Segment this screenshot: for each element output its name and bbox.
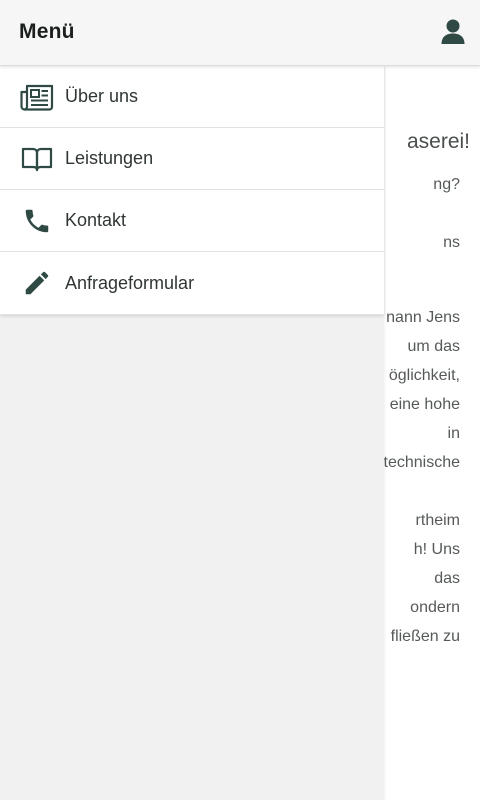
- content-text-line: ng?: [433, 176, 460, 193]
- content-text-line: h! Uns: [413, 541, 460, 558]
- page: aserei! ng? ns nann Jens um das öglichke…: [0, 0, 480, 800]
- newspaper-icon: [20, 80, 54, 114]
- content-text-line: nann Jens: [386, 309, 460, 326]
- book-icon: [20, 142, 54, 176]
- content-text-line: rtheim: [415, 512, 460, 529]
- menu-item-label: Leistungen: [65, 148, 154, 168]
- content-text-line: öglichkeit,: [388, 367, 460, 384]
- content-text-line: fließen zu: [390, 628, 460, 645]
- navigation-drawer: Über uns Leistungen Kontakt Anfrageformu…: [0, 66, 384, 800]
- menu-item-label: Kontakt: [65, 210, 127, 230]
- content-text-line: ns: [443, 234, 460, 251]
- menu-item-kontakt[interactable]: Kontakt: [0, 190, 384, 252]
- menu-item-label: Über uns: [65, 86, 139, 106]
- phone-icon: [20, 204, 54, 238]
- content-text-line: eine hohe: [389, 396, 460, 413]
- content-text-line: in: [447, 425, 460, 442]
- content-text-line: um das: [407, 338, 460, 355]
- content-text-line: ondern: [410, 599, 460, 616]
- menu-item-anfrageformular[interactable]: Anfrageformular: [0, 252, 384, 315]
- content-text-line: das: [434, 570, 460, 587]
- content-text-line: technische: [383, 454, 461, 471]
- app-header: Menü: [0, 0, 480, 66]
- menu-title: Menü: [19, 20, 75, 43]
- menu-item-leistungen[interactable]: Leistungen: [0, 128, 384, 190]
- pencil-icon: [20, 266, 54, 300]
- menu-item-label: Anfrageformular: [65, 272, 195, 293]
- menu-list: Über uns Leistungen Kontakt Anfrageformu…: [0, 66, 384, 315]
- menu-item-ueber-uns[interactable]: Über uns: [0, 66, 384, 128]
- user-icon[interactable]: [440, 18, 466, 46]
